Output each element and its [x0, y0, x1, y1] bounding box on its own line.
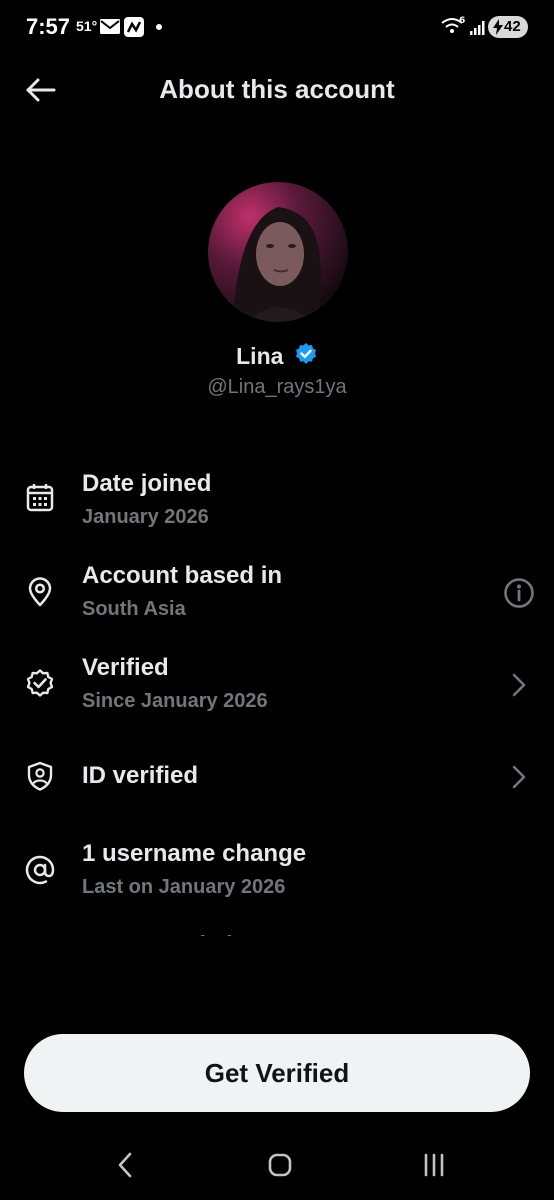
profile-name-row: Lina: [0, 342, 554, 371]
chevron-right-icon: [512, 765, 526, 789]
content-fade: [0, 936, 554, 1016]
row-date-joined: Date joined January 2026: [0, 462, 554, 542]
wifi-signal-icon: 6: [441, 16, 485, 35]
status-icons-right: 6: [440, 13, 486, 44]
info-icon[interactable]: [502, 576, 536, 610]
status-icons-left: [98, 15, 168, 44]
battery-charging-icon: [493, 19, 503, 35]
row-title: Account based in: [82, 562, 283, 589]
svg-text:6: 6: [459, 16, 465, 26]
home-nav-button[interactable]: [260, 1148, 300, 1182]
recents-nav-button[interactable]: [414, 1148, 454, 1182]
verified-check-icon: [26, 669, 54, 697]
at-sign-icon: [25, 855, 55, 885]
back-nav-button[interactable]: [106, 1148, 146, 1182]
verified-badge-icon: [294, 342, 318, 371]
id-shield-icon: [27, 761, 53, 791]
back-nav-icon: [118, 1152, 132, 1178]
avatar[interactable]: [208, 182, 348, 322]
location-pin-icon: [28, 577, 52, 607]
status-time: 7:57: [26, 14, 71, 39]
chevron-right-icon: [512, 673, 526, 697]
row-subtitle: Last on January 2026: [82, 876, 286, 898]
row-subtitle: South Asia: [82, 598, 186, 620]
get-verified-button[interactable]: Get Verified: [24, 1034, 530, 1112]
row-subtitle: January 2026: [82, 506, 209, 528]
profile-name: Lina: [236, 343, 284, 369]
row-title: ID verified: [82, 762, 199, 789]
row-username-change: 1 username change Last on January 2026: [0, 834, 554, 914]
row-id-verified[interactable]: ID verified: [0, 736, 554, 816]
row-subtitle: Since January 2026: [82, 690, 268, 712]
header: About this account: [0, 60, 554, 120]
status-bar: 7:57 51° 6 42: [0, 0, 554, 52]
profile-photo: [208, 182, 348, 322]
mail-icon: [100, 17, 162, 37]
battery-indicator: 42: [488, 16, 528, 38]
page-title: About this account: [159, 74, 395, 104]
battery-level: 42: [504, 18, 521, 35]
system-nav-bar: [0, 1130, 554, 1200]
row-verified[interactable]: Verified Since January 2026: [0, 648, 554, 728]
calendar-icon: [26, 484, 54, 512]
profile-handle: @Lina_rays1ya: [207, 376, 347, 398]
row-title: Verified: [82, 654, 169, 681]
recents-nav-icon: [424, 1153, 444, 1177]
row-account-based-in: Account based in South Asia: [0, 556, 554, 636]
row-title: Date joined: [82, 470, 212, 497]
home-nav-icon: [268, 1153, 292, 1177]
status-temperature: 51°: [76, 18, 98, 34]
row-title: 1 username change: [82, 840, 307, 867]
